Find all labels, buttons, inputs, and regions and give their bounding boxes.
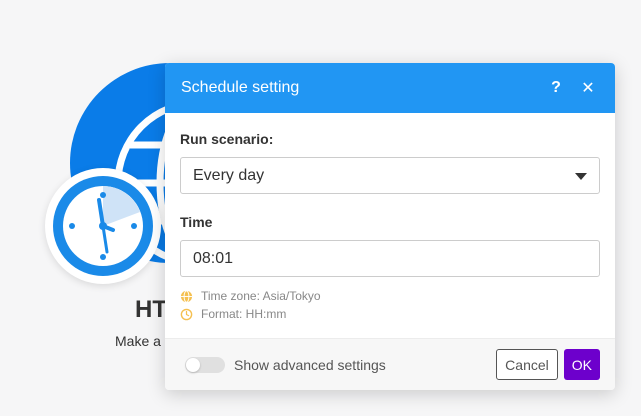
hints: Time zone: Asia/Tokyo Format: HH:mm (180, 287, 600, 323)
advanced-settings-label[interactable]: Show advanced settings (234, 357, 496, 373)
timezone-hint-text: Time zone: Asia/Tokyo (201, 289, 321, 303)
clock-icon (180, 308, 193, 320)
time-label: Time (180, 214, 213, 230)
run-scenario-value: Every day (193, 166, 265, 184)
format-hint: Format: HH:mm (180, 305, 600, 323)
schedule-setting-dialog: Schedule setting ? ✕ Run scenario: Every… (165, 63, 615, 390)
dialog-footer: Show advanced settings Cancel OK (165, 338, 615, 390)
close-icon[interactable]: ✕ (577, 78, 599, 98)
help-icon[interactable]: ? (545, 79, 567, 97)
cancel-button[interactable]: Cancel (496, 349, 558, 380)
dialog-header: Schedule setting ? ✕ (165, 63, 615, 113)
toggle-knob (186, 357, 200, 372)
caret-down-icon (575, 173, 587, 180)
run-scenario-label: Run scenario: (180, 131, 274, 147)
format-hint-text: Format: HH:mm (201, 307, 287, 321)
ok-button[interactable]: OK (563, 349, 600, 380)
dialog-title: Schedule setting (181, 79, 300, 96)
time-input[interactable]: 08:01 (180, 240, 600, 277)
advanced-settings-toggle[interactable] (185, 356, 225, 373)
clock-icon (49, 172, 157, 280)
globe-icon (180, 289, 193, 303)
run-scenario-select[interactable]: Every day (180, 157, 600, 194)
clock-badge (45, 168, 161, 284)
timezone-hint: Time zone: Asia/Tokyo (180, 287, 600, 305)
dialog-body: Run scenario: Every day Time 08:01 Time … (165, 113, 615, 323)
time-value: 08:01 (193, 249, 234, 267)
module-subtitle: Make a (115, 333, 161, 349)
module-title: HT (135, 296, 167, 323)
